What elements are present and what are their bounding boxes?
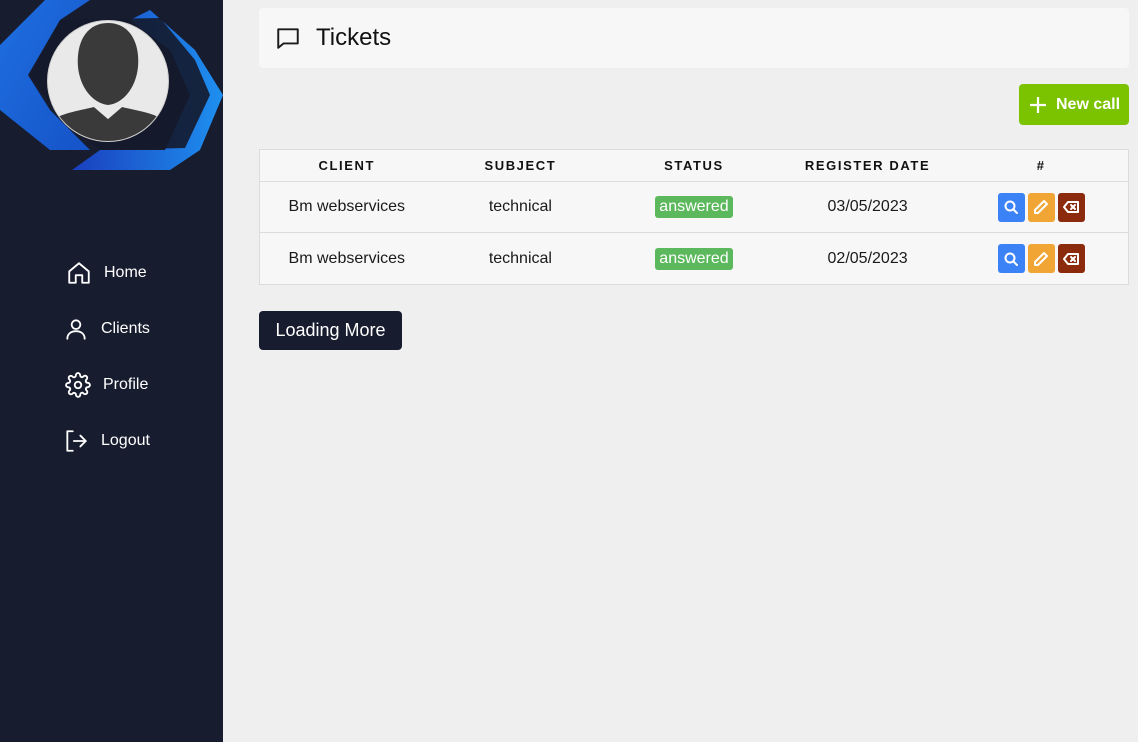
plus-icon [1029,96,1046,113]
cell-register-date: 03/05/2023 [827,198,908,215]
edit-button[interactable] [1027,244,1055,273]
sidebar-item-logout[interactable]: Logout [63,428,150,454]
avatar[interactable] [48,21,168,141]
sidebar-item-label: Profile [103,376,149,393]
pencil-icon [1034,251,1049,266]
column-header-client: CLIENT [318,158,376,173]
edit-button[interactable] [1027,192,1055,222]
view-button[interactable] [997,244,1025,273]
cell-subject: technical [488,249,552,267]
column-header-actions: # [1036,158,1046,173]
cell-subject: technical [488,198,552,215]
sidebar-item-clients[interactable]: Clients [63,316,150,342]
cell-status: answered [607,247,781,270]
view-button[interactable] [997,192,1025,222]
logout-icon [66,430,87,452]
table-header: CLIENT SUBJECT STATUS REGISTER DATE # [260,150,1128,182]
sidebar-item-home[interactable]: Home [66,260,147,286]
user-silhouette-icon [48,23,168,141]
delete-button[interactable] [1057,244,1085,273]
home-icon [68,262,90,284]
page-title: Tickets [316,24,392,51]
pencil-icon [1034,200,1049,214]
table-row: Bm webservices technical answered 03/05/… [260,182,1128,233]
status-badge: answered [655,196,733,218]
cell-client: Bm webservices [288,198,406,215]
message-square-icon [277,28,299,49]
sidebar-item-label: Clients [101,320,150,337]
sidebar-item-profile[interactable]: Profile [65,372,148,398]
status-badge: answered [655,247,733,270]
gear-icon [65,372,91,398]
cell-register-date: 02/05/2023 [827,249,908,267]
backspace-delete-icon [1063,252,1080,265]
sidebar-item-label: Logout [101,432,150,449]
column-header-register-date: REGISTER DATE [804,158,931,173]
backspace-delete-icon [1063,201,1080,213]
delete-button[interactable] [1057,192,1085,222]
cell-actions [954,244,1128,273]
user-icon [66,319,86,340]
column-header-subject: SUBJECT [484,158,557,173]
search-icon [1004,252,1019,266]
load-more-button[interactable]: Loading More [259,311,402,350]
cell-client: Bm webservices [288,249,406,267]
page-header: Tickets [259,8,1129,68]
search-icon [1004,200,1019,214]
table-row: Bm webservices technical answered 02/05/… [260,233,1128,284]
cell-actions [954,192,1128,222]
column-header-status: STATUS [664,158,724,173]
tickets-table: CLIENT SUBJECT STATUS REGISTER DATE # Bm… [259,149,1129,285]
cell-status: answered [607,196,781,218]
new-call-button[interactable]: New call [1019,84,1129,125]
new-call-label: New call [1055,95,1121,113]
sidebar: Home Clients Profile Logout [0,0,223,742]
sidebar-item-label: Home [104,264,147,281]
